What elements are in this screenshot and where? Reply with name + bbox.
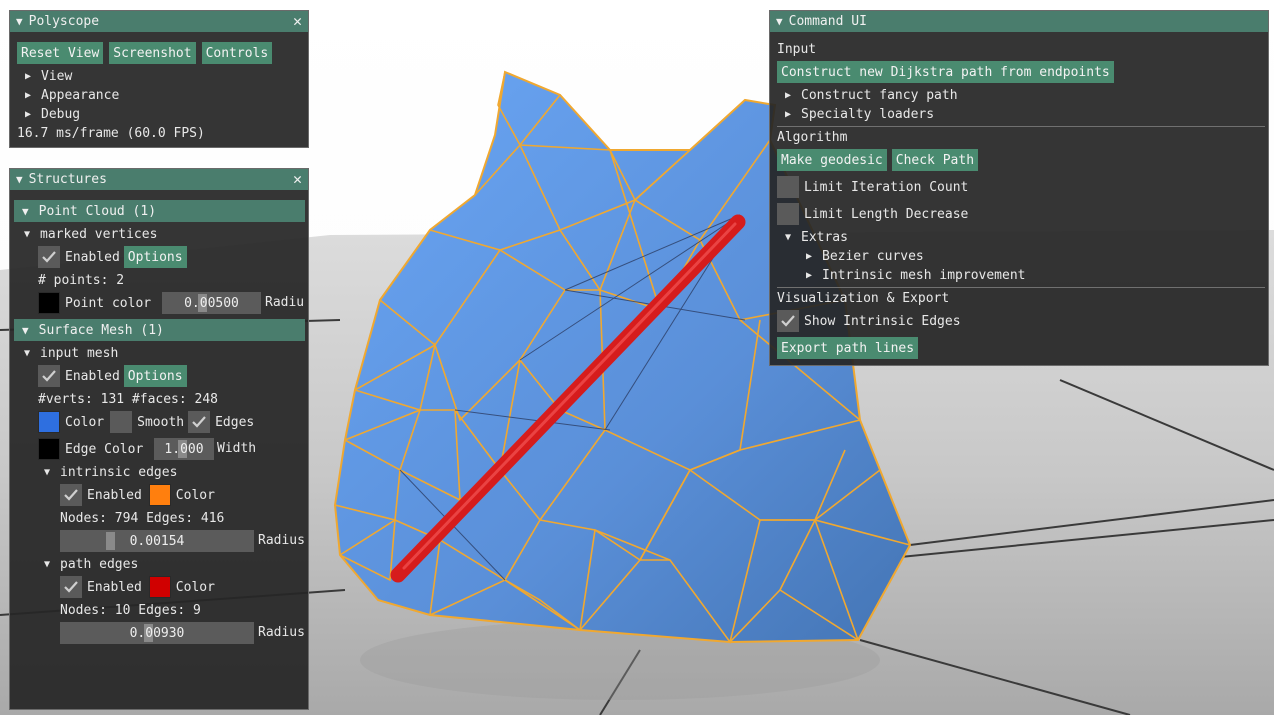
collapse-triangle-icon: ▼ [22,323,29,337]
limit-length-checkbox[interactable] [777,203,799,225]
path-color-swatch[interactable] [148,576,171,598]
mesh-color-swatch[interactable] [38,411,60,433]
path-stats: Nodes: 10 Edges: 9 [60,603,201,618]
collapse-triangle-icon: ▼ [44,559,51,570]
polyscope-titlebar[interactable]: ▼ Polyscope ✕ [10,11,308,32]
edge-color-swatch[interactable] [38,438,60,460]
mesh-enabled-checkbox[interactable] [38,365,60,387]
tree-view[interactable]: ▶ View [25,67,72,86]
polyscope-window: ▼ Polyscope ✕ Reset View Screenshot Cont… [9,10,309,148]
limit-iteration-checkbox[interactable] [777,176,799,198]
check-path-button[interactable]: Check Path [891,149,979,171]
collapse-triangle-icon[interactable]: ▼ [16,15,23,28]
viz-section-label: Visualization & Export [777,291,950,306]
collapse-triangle-icon: ▼ [785,232,792,243]
expand-arrow-icon: ▶ [25,109,32,120]
window-title: Polyscope [28,14,100,29]
tree-extras[interactable]: ▼ Extras [785,228,848,247]
collapse-triangle-icon: ▼ [24,229,31,240]
tree-debug[interactable]: ▶ Debug [25,105,80,124]
enabled-label: Enabled [65,368,120,384]
close-icon[interactable]: ✕ [293,14,302,29]
construct-dijkstra-button[interactable]: Construct new Dijkstra path from endpoin… [777,61,1114,83]
intrinsic-color-swatch[interactable] [148,484,171,506]
expand-arrow-icon: ▶ [25,71,32,82]
radius-label: Radius [258,533,305,548]
marked-vertices-node[interactable]: ▼ marked vertices [24,225,157,244]
expand-arrow-icon: ▶ [25,90,32,101]
collapse-triangle-icon: ▼ [24,348,31,359]
enabled-label: Enabled [87,487,142,503]
tree-appearance[interactable]: ▶ Appearance [25,86,119,105]
path-edges-node[interactable]: ▼ path edges [44,555,138,574]
width-label: Width [217,441,257,456]
algorithm-section-label: Algorithm [777,130,848,145]
command-ui-window: ▼ Command UI Input Construct new Dijkstr… [769,10,1269,366]
mesh-options-button[interactable]: Options [123,365,187,387]
controls-button[interactable]: Controls [201,42,273,64]
collapse-triangle-icon: ▼ [22,204,29,218]
edge-color-label: Edge Color [65,441,144,457]
radius-label: Radiu [265,295,305,310]
show-intrinsic-label: Show Intrinsic Edges [804,313,961,329]
separator [777,287,1265,288]
intrinsic-radius-slider[interactable]: 0.00154 [60,530,254,552]
expand-arrow-icon: ▶ [785,90,792,101]
surface-mesh-header[interactable]: ▼ Surface Mesh (1) [14,319,305,341]
point-radius-slider[interactable]: 0.00500 [162,292,261,314]
mesh-stats: #verts: 131 #faces: 248 [38,392,219,407]
smooth-label: Smooth [137,414,185,430]
window-title: Command UI [788,14,867,29]
expand-arrow-icon: ▶ [785,109,792,120]
point-cloud-options-button[interactable]: Options [123,246,187,268]
tree-specialty-loaders[interactable]: ▶ Specialty loaders [785,105,934,124]
enabled-label: Enabled [87,579,142,595]
color-label: Color [65,414,105,430]
expand-arrow-icon: ▶ [806,251,813,262]
limit-length-label: Limit Length Decrease [804,206,969,222]
command-ui-titlebar[interactable]: ▼ Command UI [770,11,1268,32]
intrinsic-stats: Nodes: 794 Edges: 416 [60,511,225,526]
tree-fancy-path[interactable]: ▶ Construct fancy path [785,86,958,105]
screenshot-button[interactable]: Screenshot [109,42,196,64]
enabled-label: Enabled [65,249,120,265]
fps-readout: 16.7 ms/frame (60.0 FPS) [17,126,205,141]
point-cloud-enabled-checkbox[interactable] [38,246,60,268]
edge-width-slider[interactable]: 1.000 [154,438,214,460]
collapse-triangle-icon[interactable]: ▼ [776,15,783,28]
structures-window: ▼ Structures ✕ ▼ Point Cloud (1) ▼ marked… [9,168,309,710]
point-color-label: Point color [65,295,152,311]
window-title: Structures [28,172,107,187]
slider-grab[interactable] [106,532,115,550]
edges-label: Edges [215,414,255,430]
structures-titlebar[interactable]: ▼ Structures ✕ [10,169,308,190]
input-section-label: Input [777,42,817,57]
smooth-checkbox[interactable] [110,411,133,433]
separator [777,126,1265,127]
collapse-triangle-icon[interactable]: ▼ [16,173,23,186]
point-color-swatch[interactable] [38,292,60,314]
point-cloud-header[interactable]: ▼ Point Cloud (1) [14,200,305,222]
radius-label: Radius [258,625,305,640]
path-enabled-checkbox[interactable] [60,576,82,598]
path-radius-slider[interactable]: 0.00930 [60,622,254,644]
tree-bezier-curves[interactable]: ▶ Bezier curves [806,247,924,266]
intrinsic-edges-node[interactable]: ▼ intrinsic edges [44,463,177,482]
collapse-triangle-icon: ▼ [44,467,51,478]
color-label: Color [175,579,215,595]
edges-checkbox[interactable] [188,411,211,433]
expand-arrow-icon: ▶ [806,270,813,281]
limit-iteration-label: Limit Iteration Count [804,179,969,195]
input-mesh-node[interactable]: ▼ input mesh [24,344,118,363]
reset-view-button[interactable]: Reset View [17,42,104,64]
make-geodesic-button[interactable]: Make geodesic [777,149,887,171]
intrinsic-enabled-checkbox[interactable] [60,484,82,506]
close-icon[interactable]: ✕ [293,172,302,187]
export-path-lines-button[interactable]: Export path lines [777,337,919,359]
point-count: # points: 2 [38,273,125,288]
color-label: Color [175,487,215,503]
tree-intrinsic-improvement[interactable]: ▶ Intrinsic mesh improvement [806,266,1026,285]
show-intrinsic-checkbox[interactable] [777,310,799,332]
